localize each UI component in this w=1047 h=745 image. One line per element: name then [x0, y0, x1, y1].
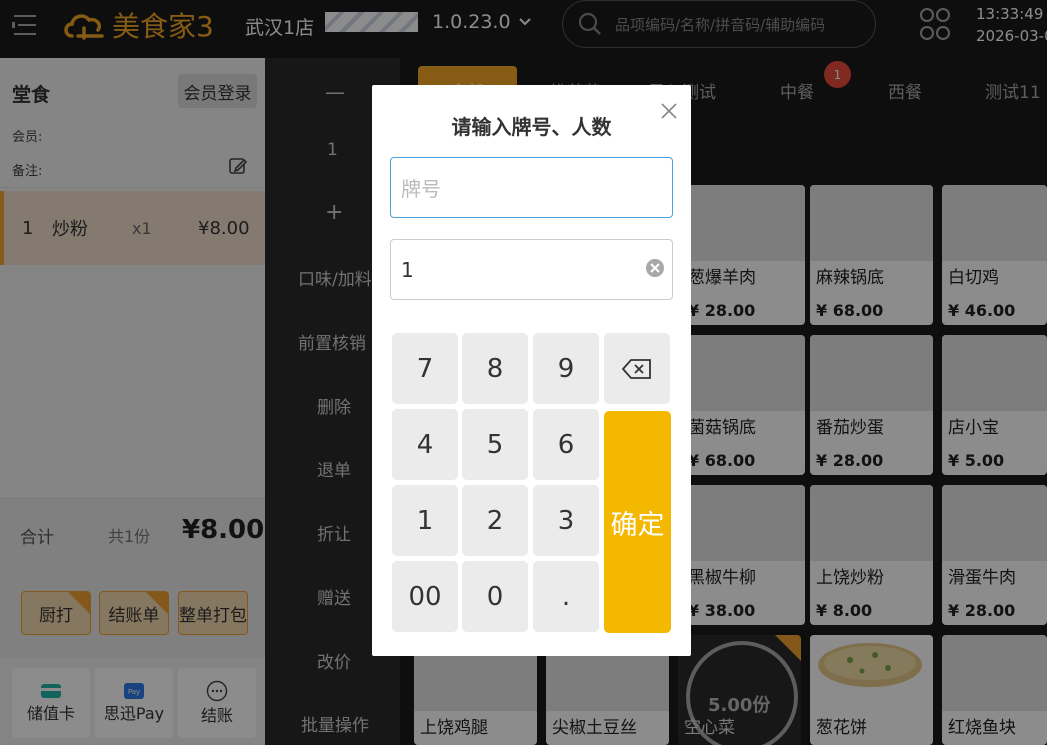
- key-7[interactable]: 7: [392, 333, 458, 404]
- people-count-input[interactable]: 1: [390, 239, 673, 300]
- clear-icon[interactable]: [645, 258, 665, 282]
- key-4[interactable]: 4: [392, 409, 458, 480]
- plate-people-dialog: 请输入牌号、人数 牌号 1 7 8 9 4 5 6 1 2 3 00 0 . 确…: [372, 85, 691, 656]
- key-dot[interactable]: .: [533, 561, 599, 632]
- plate-number-input[interactable]: 牌号: [390, 157, 673, 218]
- key-1[interactable]: 1: [392, 485, 458, 556]
- key-00[interactable]: 00: [392, 561, 458, 632]
- key-3[interactable]: 3: [533, 485, 599, 556]
- key-2[interactable]: 2: [462, 485, 528, 556]
- people-count-value: 1: [401, 257, 414, 282]
- key-5[interactable]: 5: [462, 409, 528, 480]
- confirm-button[interactable]: 确定: [604, 411, 671, 633]
- plate-number-placeholder: 牌号: [401, 177, 441, 201]
- key-0[interactable]: 0: [462, 561, 528, 632]
- key-9[interactable]: 9: [533, 333, 599, 404]
- backspace-icon: [622, 358, 651, 379]
- dialog-title: 请输入牌号、人数: [451, 115, 612, 139]
- key-8[interactable]: 8: [462, 333, 528, 404]
- backspace-key[interactable]: [604, 333, 670, 404]
- close-icon[interactable]: [659, 101, 679, 121]
- key-6[interactable]: 6: [533, 409, 599, 480]
